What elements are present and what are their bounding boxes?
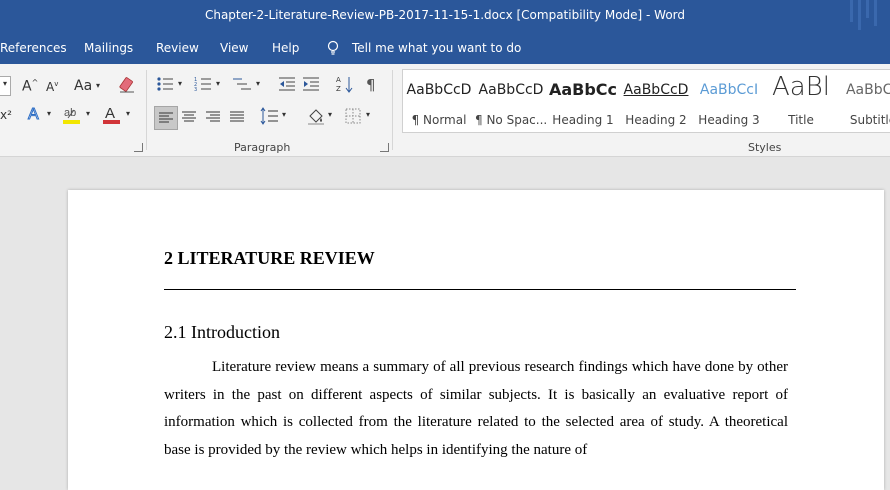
- style-heading-3[interactable]: AaBbCcI Heading 3: [693, 70, 765, 132]
- multilevel-list-icon[interactable]: [232, 76, 252, 92]
- window-title: Chapter-2-Literature-Review-PB-2017-11-1…: [204, 8, 686, 22]
- style-title[interactable]: AaBl Title: [765, 70, 837, 132]
- style-heading-2[interactable]: AaBbCcD Heading 2: [619, 70, 693, 132]
- ribbon: ▾ A^ Av Aa ▾ x² A ▾ ab ▾ A ▾ ▾ 123 ▾ ▾ A…: [0, 64, 890, 157]
- text-effects-icon[interactable]: A: [26, 104, 44, 123]
- svg-text:A: A: [28, 106, 39, 122]
- divider: [146, 70, 147, 150]
- increase-indent-icon[interactable]: [302, 76, 320, 92]
- chevron-down-icon: ▾: [366, 110, 371, 119]
- style-normal[interactable]: AaBbCcD ¶ Normal: [403, 70, 475, 132]
- chevron-down-icon: ▾: [86, 109, 91, 118]
- bullets-icon[interactable]: [156, 76, 174, 92]
- svg-text:3: 3: [194, 87, 197, 92]
- paragraph-dialog-launcher[interactable]: [380, 143, 389, 152]
- numbering-icon[interactable]: 123: [194, 76, 212, 92]
- font-color-icon[interactable]: A: [102, 104, 122, 126]
- menu-bar: References Mailings Review View Help Tel…: [0, 34, 890, 64]
- heading-2[interactable]: 2.1 Introduction: [164, 322, 280, 343]
- title-bar: Chapter-2-Literature-Review-PB-2017-11-1…: [0, 0, 890, 34]
- line-spacing-icon[interactable]: [260, 106, 280, 126]
- document-page[interactable]: 2 LITERATURE REVIEW 2.1 Introduction Lit…: [68, 190, 884, 490]
- tab-mailings[interactable]: Mailings: [84, 41, 133, 55]
- title-decoration: [820, 0, 890, 34]
- svg-text:ab: ab: [64, 107, 76, 119]
- body-paragraph[interactable]: Literature review means a summary of all…: [164, 354, 788, 464]
- heading-1[interactable]: 2 LITERATURE REVIEW: [164, 248, 375, 269]
- change-case-button[interactable]: Aa: [74, 78, 92, 94]
- tell-me-search[interactable]: Tell me what you want to do: [352, 41, 521, 55]
- svg-text:A: A: [336, 76, 341, 84]
- tab-review[interactable]: Review: [156, 41, 199, 55]
- styles-group-label: Styles: [748, 141, 782, 154]
- style-no-spacing[interactable]: AaBbCcD ¶ No Spac...: [475, 70, 547, 132]
- shrink-font-button[interactable]: Av: [46, 80, 58, 94]
- style-heading-1[interactable]: AaBbCc Heading 1: [547, 70, 619, 132]
- chevron-down-icon: ▾: [216, 79, 221, 88]
- tab-help[interactable]: Help: [272, 41, 299, 55]
- clear-formatting-icon[interactable]: [118, 76, 136, 94]
- chevron-down-icon: ▾: [256, 79, 261, 88]
- superscript-button[interactable]: x²: [0, 108, 12, 122]
- chevron-down-icon: ▾: [47, 109, 52, 118]
- font-dialog-launcher[interactable]: [134, 143, 143, 152]
- chevron-down-icon: ▾: [3, 79, 8, 88]
- style-subtitle[interactable]: AaBbCc Subtitle: [837, 70, 890, 132]
- align-right-icon[interactable]: [204, 107, 222, 127]
- chevron-down-icon: ▾: [282, 110, 287, 119]
- justify-icon[interactable]: [228, 107, 246, 127]
- styles-gallery: AaBbCcD ¶ Normal AaBbCcD ¶ No Spac... Aa…: [402, 69, 890, 133]
- paragraph-group-label: Paragraph: [234, 141, 291, 154]
- align-left-button[interactable]: [154, 106, 178, 130]
- svg-text:A: A: [105, 105, 115, 122]
- tab-view[interactable]: View: [220, 41, 248, 55]
- lightbulb-icon[interactable]: [326, 40, 340, 56]
- chevron-down-icon: ▾: [96, 81, 101, 90]
- divider: [392, 70, 393, 150]
- align-center-icon[interactable]: [180, 107, 198, 127]
- heading-underline-rule: [164, 289, 796, 290]
- chevron-down-icon: ▾: [178, 79, 183, 88]
- grow-font-button[interactable]: A^: [22, 78, 38, 95]
- chevron-down-icon: ▾: [328, 110, 333, 119]
- decrease-indent-icon[interactable]: [278, 76, 296, 92]
- show-formatting-marks-icon[interactable]: ¶: [366, 76, 376, 94]
- tab-references[interactable]: References: [0, 41, 67, 55]
- chevron-down-icon: ▾: [126, 109, 131, 118]
- borders-icon[interactable]: [344, 107, 362, 125]
- shading-icon[interactable]: [306, 106, 326, 126]
- highlight-color-icon[interactable]: ab: [62, 104, 82, 126]
- sort-icon[interactable]: AZ: [336, 75, 354, 93]
- svg-text:Z: Z: [336, 85, 341, 93]
